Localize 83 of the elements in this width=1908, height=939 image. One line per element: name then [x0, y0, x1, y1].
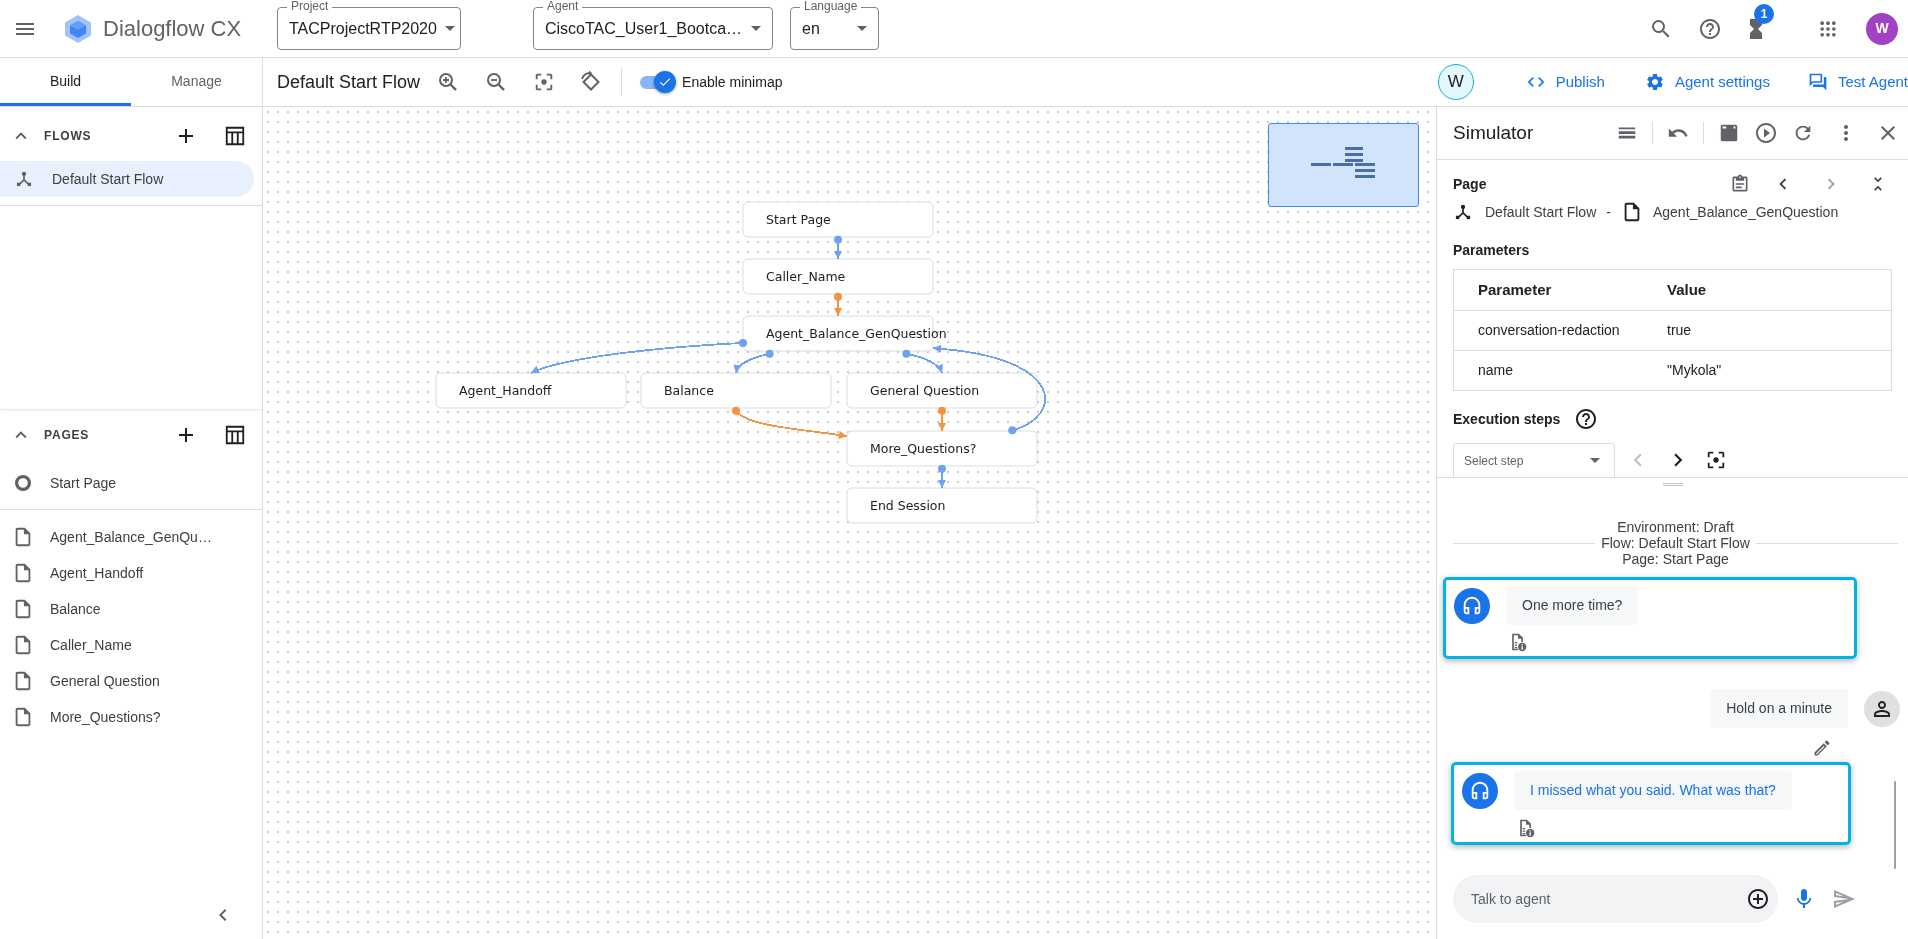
dropdown-field[interactable]: Agent CiscoTAC_User1_Bootca…	[533, 1, 773, 50]
headset-icon	[1469, 779, 1491, 802]
context-line: Environment: Draft	[1616, 519, 1735, 535]
page-item[interactable]: Balance	[0, 591, 262, 627]
dropdown-caret-icon	[751, 26, 761, 31]
toolbar-action-link[interactable]: Agent settings	[1644, 70, 1770, 94]
message-bubble: I missed what you said. What was that?	[1514, 771, 1792, 811]
headset-icon	[1461, 594, 1483, 617]
page-item[interactable]: Caller_Name	[0, 627, 262, 663]
settings-icon	[1644, 72, 1665, 92]
table-icon[interactable]	[224, 424, 246, 446]
sidebar-tab[interactable]: Build	[0, 58, 131, 106]
sidebar-tab[interactable]: Manage	[131, 58, 262, 106]
apps-grid-icon[interactable]	[1818, 18, 1838, 39]
page-name: Agent_Balance_GenQuestion	[1652, 202, 1839, 222]
section-heading: Parameters	[1453, 241, 1531, 260]
help-icon[interactable]	[1698, 16, 1722, 41]
flow-label: Default Start Flow	[52, 169, 164, 189]
section-header: PAGES	[44, 427, 91, 444]
flow-icon	[1453, 202, 1473, 222]
page-item[interactable]: More_Questions?	[0, 699, 262, 735]
table-cell-text: "Mykola"	[1667, 361, 1722, 380]
table-icon[interactable]	[224, 125, 246, 147]
table-cell-text: name	[1477, 361, 1515, 380]
clipboard-icon[interactable]	[1730, 174, 1750, 194]
send-icon[interactable]	[1832, 887, 1856, 911]
context-line: Page: Start Page	[1621, 551, 1730, 567]
page-node[interactable]: More_Questions?	[846, 430, 1038, 467]
minimap-toggle[interactable]	[638, 71, 677, 93]
breadcrumb-separator: -	[1606, 202, 1611, 222]
section-header: FLOWS	[44, 128, 93, 145]
dropdown-caret-icon	[857, 26, 867, 31]
chat-input-box[interactable]: Talk to agent	[1453, 875, 1778, 923]
check-icon	[658, 75, 673, 89]
column-header: Value	[1667, 279, 1707, 300]
message-bubble: Hold on a minute	[1710, 689, 1848, 729]
section-heading: Execution steps	[1453, 409, 1561, 429]
collaborator-avatar: W	[1437, 64, 1474, 100]
dropdown-field[interactable]: Language en	[790, 1, 879, 50]
toolbar-action-link[interactable]: Publish	[1525, 70, 1605, 94]
message-bubble: One more time?	[1506, 586, 1639, 625]
page-node[interactable]: General Question	[846, 372, 1038, 409]
field-label: Agent	[543, 0, 583, 13]
flow-name: Default Start Flow	[1485, 202, 1597, 222]
help-icon[interactable]	[1574, 407, 1599, 431]
page-item[interactable]: Agent_Handoff	[0, 555, 262, 591]
page-node[interactable]: Balance	[640, 372, 832, 409]
panel-title: Simulator	[1453, 120, 1535, 145]
dropdown-field[interactable]: Project TACProjectRTP2020	[277, 1, 461, 50]
edit-icon[interactable]	[1812, 738, 1832, 759]
play-icon[interactable]	[1754, 121, 1778, 145]
field-label: Language	[800, 0, 862, 13]
circle-icon	[12, 472, 34, 494]
minimap-panel[interactable]	[1268, 123, 1419, 207]
table-cell-text: conversation-redaction	[1477, 321, 1621, 340]
chat-input-field[interactable]: Talk to agent	[1469, 887, 1746, 911]
app-title: Dialogflow CX	[103, 15, 242, 43]
page-item[interactable]: General Question	[0, 663, 262, 699]
field-label: Project	[287, 0, 333, 13]
page-node[interactable]: End Session	[846, 487, 1038, 524]
page-item[interactable]: Agent_Balance_GenQu…	[0, 519, 262, 555]
flow-title: Default Start Flow	[277, 70, 421, 94]
page-item[interactable]: Start Page	[0, 465, 262, 501]
step-select[interactable]: Select step	[1453, 443, 1615, 477]
flow-icon	[14, 169, 34, 189]
dropdown-caret-icon	[1590, 458, 1600, 463]
center-focus-icon[interactable]	[1705, 449, 1727, 471]
section-heading: Page	[1453, 174, 1488, 194]
page-node[interactable]: Agent_Handoff	[435, 372, 627, 409]
table-cell-text: true	[1667, 321, 1692, 340]
notification-badge: 1	[1754, 3, 1774, 24]
step-select-field[interactable]: Select step	[1462, 450, 1582, 471]
page-node[interactable]: Start Page	[742, 201, 934, 238]
toggle-label: Enable minimap	[682, 72, 783, 92]
toolbar-action-link[interactable]: Test Agent	[1807, 70, 1908, 94]
column-header: Parameter	[1477, 279, 1553, 300]
user-avatar[interactable]: W	[1866, 12, 1898, 45]
chat-icon	[1807, 72, 1828, 92]
flow-item[interactable]: Default Start Flow	[0, 161, 254, 197]
dropdown-caret-icon	[444, 26, 455, 31]
context-line: Flow: Default Start Flow	[1601, 535, 1750, 551]
page-node[interactable]: Caller_Name	[742, 258, 934, 295]
logo-icon	[64, 13, 92, 44]
